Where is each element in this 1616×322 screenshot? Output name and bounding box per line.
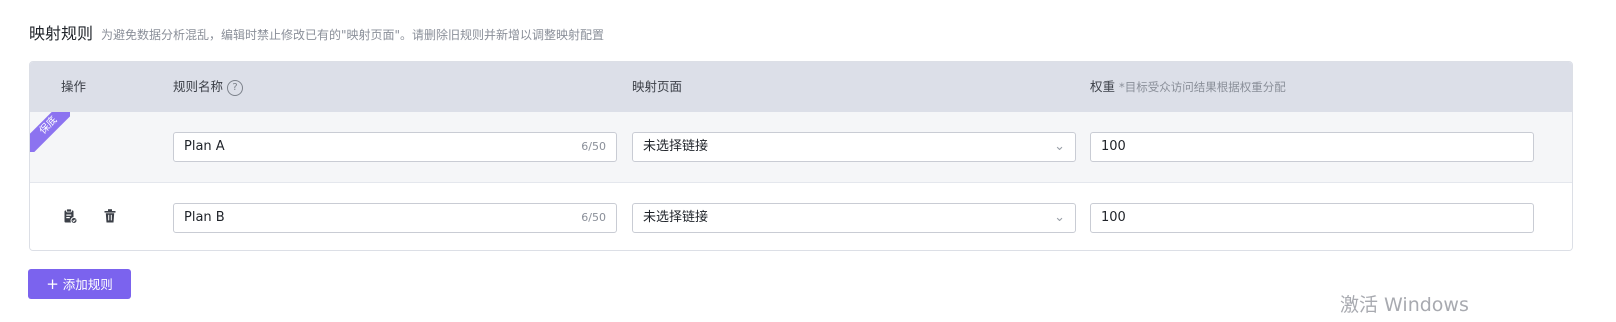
header-weight-hint: *目标受众访问结果根据权重分配 bbox=[1119, 80, 1286, 94]
rule-name-value: Plan A bbox=[184, 139, 225, 154]
clipboard-check-icon[interactable] bbox=[62, 208, 78, 224]
section-hint: 为避免数据分析混乱，编辑时禁止修改已有的"映射页面"。请删除旧规则并新增以调整映… bbox=[101, 28, 605, 42]
add-rule-button[interactable]: + 添加规则 bbox=[28, 269, 131, 299]
weight-input[interactable]: 100 bbox=[1090, 132, 1534, 162]
section-header: 映射规则 为避免数据分析混乱，编辑时禁止修改已有的"映射页面"。请删除旧规则并新… bbox=[29, 20, 604, 44]
page-select-value: 未选择链接 bbox=[643, 210, 709, 225]
header-weight-label: 权重 bbox=[1090, 79, 1116, 94]
header-rule-name-label: 规则名称 bbox=[173, 79, 224, 94]
weight-value: 100 bbox=[1101, 139, 1126, 154]
chevron-down-icon: ⌄ bbox=[1054, 139, 1065, 154]
weight-input[interactable]: 100 bbox=[1090, 203, 1534, 233]
weight-value: 100 bbox=[1101, 210, 1126, 225]
rule-name-value: Plan B bbox=[184, 210, 225, 225]
header-page: 映射页面 bbox=[632, 79, 683, 94]
section-title: 映射规则 bbox=[29, 24, 94, 43]
page-select[interactable]: 未选择链接 ⌄ bbox=[632, 203, 1076, 233]
mapping-rules-table: 操作 规则名称? 映射页面 权重 *目标受众访问结果根据权重分配 保底 Plan … bbox=[29, 61, 1573, 251]
trash-icon[interactable] bbox=[102, 208, 118, 224]
header-action: 操作 bbox=[61, 79, 87, 94]
fallback-badge-label: 保底 bbox=[30, 112, 70, 152]
table-header: 操作 规则名称? 映射页面 权重 *目标受众访问结果根据权重分配 bbox=[30, 62, 1572, 112]
char-counter: 6/50 bbox=[581, 211, 606, 224]
char-counter: 6/50 bbox=[581, 140, 606, 153]
table-row: 保底 Plan A 6/50 未选择链接 ⌄ 100 bbox=[30, 112, 1572, 183]
fallback-badge: 保底 bbox=[30, 112, 70, 152]
rule-name-input[interactable]: Plan B 6/50 bbox=[173, 203, 617, 233]
header-rule-name: 规则名称? bbox=[173, 62, 244, 112]
page-select-value: 未选择链接 bbox=[643, 139, 709, 154]
plus-icon: + bbox=[46, 275, 59, 293]
page-select[interactable]: 未选择链接 ⌄ bbox=[632, 132, 1076, 162]
table-row: Plan B 6/50 未选择链接 ⌄ 100 bbox=[30, 183, 1572, 250]
chevron-down-icon: ⌄ bbox=[1054, 210, 1065, 225]
rule-name-input[interactable]: Plan A 6/50 bbox=[173, 132, 617, 162]
help-icon[interactable]: ? bbox=[227, 79, 244, 96]
windows-activation-watermark: 激活 Windows bbox=[1340, 294, 1469, 316]
header-weight: 权重 *目标受众访问结果根据权重分配 bbox=[1090, 62, 1286, 112]
add-rule-label: 添加规则 bbox=[62, 277, 113, 292]
